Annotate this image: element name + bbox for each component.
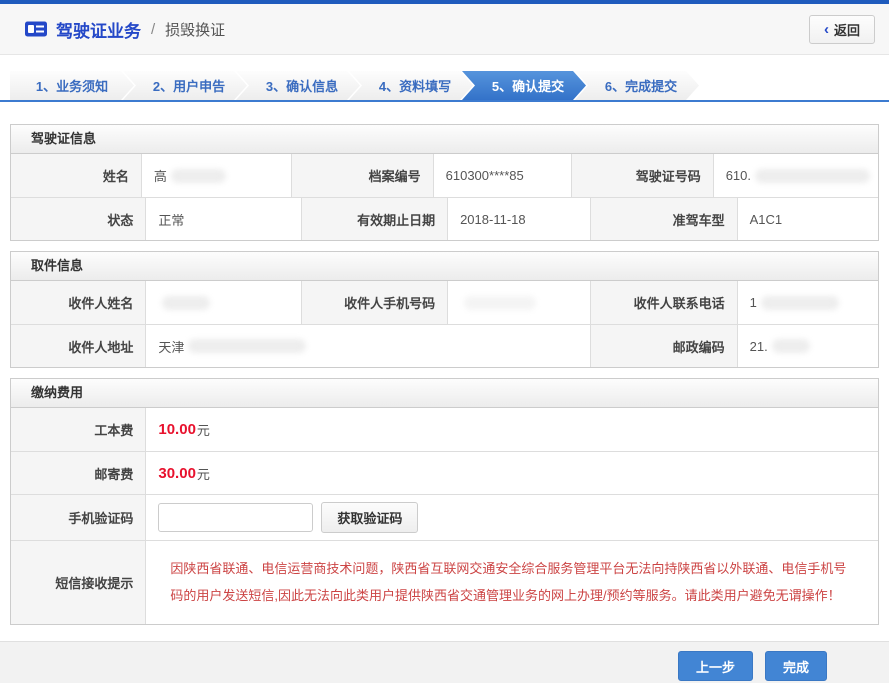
fee-unit: 元 (197, 464, 210, 483)
file-number-label: 档案编号 (291, 154, 433, 197)
step-4-fill-data[interactable]: 4、资料填写 (349, 71, 473, 100)
sms-code-input[interactable] (158, 503, 313, 532)
section-license-info: 驾驶证信息 姓名 高 档案编号 610300****85 驾驶证号码 610. … (10, 124, 879, 241)
main-content: 驾驶证信息 姓名 高 档案编号 610300****85 驾驶证号码 610. … (0, 124, 889, 625)
sms-notice-label: 短信接收提示 (11, 541, 145, 624)
redaction-blur (772, 339, 810, 353)
back-chevron-icon: ‹ (824, 22, 829, 37)
redaction-blur (464, 296, 536, 310)
page-title: 驾驶证业务 (56, 17, 141, 42)
table-row: 短信接收提示 因陕西省联通、电信运营商技术问题，陕西省互联网交通安全综合服务管理… (11, 540, 878, 624)
status-value: 正常 (145, 198, 300, 240)
sms-notice-text: 因陕西省联通、电信运营商技术问题，陕西省互联网交通安全综合服务管理平台无法向持陕… (158, 545, 870, 620)
recipient-name-value (145, 281, 300, 324)
redaction-blur (188, 339, 306, 353)
expiry-date-label: 有效期止日期 (301, 198, 448, 240)
recipient-address-label: 收件人地址 (11, 325, 145, 367)
name-label: 姓名 (11, 154, 141, 197)
table-row: 姓名 高 档案编号 610300****85 驾驶证号码 610. (11, 154, 878, 197)
postal-code-value: 21. (737, 325, 878, 367)
production-fee-value: 10.00 元 (145, 408, 878, 451)
recipient-contact-value: 1 (737, 281, 878, 324)
breadcrumb-separator: / (151, 21, 155, 38)
section-fees: 缴纳费用 工本费 10.00 元 邮寄费 30.00 元 手机验证码 获取验证码… (10, 378, 879, 625)
vehicle-class-value: A1C1 (737, 198, 878, 240)
sms-code-label: 手机验证码 (11, 495, 145, 540)
license-section-title: 驾驶证信息 (11, 125, 878, 154)
redaction-blur (171, 169, 226, 183)
finish-button[interactable]: 完成 (765, 651, 827, 681)
recipient-mobile-label: 收件人手机号码 (301, 281, 448, 324)
fees-section-title: 缴纳费用 (11, 379, 878, 408)
production-fee-label: 工本费 (11, 408, 145, 451)
page-header: 驾驶证业务 / 损毁换证 ‹ 返回 (0, 4, 889, 55)
back-button[interactable]: ‹ 返回 (809, 15, 875, 44)
license-number-value: 610. (713, 154, 878, 197)
table-row: 收件人姓名 收件人手机号码 收件人联系电话 1 (11, 281, 878, 324)
name-value: 高 (141, 154, 291, 197)
postal-code-label: 邮政编码 (590, 325, 737, 367)
sms-code-field-cell: 获取验证码 (145, 495, 878, 540)
license-number-label: 驾驶证号码 (571, 154, 713, 197)
license-card-icon (24, 20, 48, 38)
pickup-section-title: 取件信息 (11, 252, 878, 281)
footer-actions: 上一步 完成 (0, 641, 889, 683)
recipient-contact-label: 收件人联系电话 (590, 281, 737, 324)
table-row: 收件人地址 天津 邮政编码 21. (11, 324, 878, 367)
redaction-blur (761, 296, 839, 310)
step-3-confirm-info[interactable]: 3、确认信息 (236, 71, 360, 100)
steps-nav: 1、业务须知 2、用户申告 3、确认信息 4、资料填写 5、确认提交 6、完成提… (0, 71, 889, 102)
step-2-user-declaration[interactable]: 2、用户申告 (123, 71, 247, 100)
expiry-date-value: 2018-11-18 (447, 198, 590, 240)
section-pickup-info: 取件信息 收件人姓名 收件人手机号码 收件人联系电话 1 收件人地址 天津 邮政… (10, 251, 879, 368)
mailing-fee-label: 邮寄费 (11, 452, 145, 494)
previous-step-button[interactable]: 上一步 (678, 651, 753, 681)
file-number-value: 610300****85 (433, 154, 571, 197)
production-fee-amount: 10.00 (158, 421, 196, 438)
mailing-fee-amount: 30.00 (158, 465, 196, 482)
step-1-business-notice[interactable]: 1、业务须知 (10, 71, 134, 100)
vehicle-class-label: 准驾车型 (590, 198, 737, 240)
get-sms-code-button[interactable]: 获取验证码 (321, 502, 418, 533)
status-label: 状态 (11, 198, 145, 240)
fee-unit: 元 (197, 420, 210, 439)
table-row: 状态 正常 有效期止日期 2018-11-18 准驾车型 A1C1 (11, 197, 878, 240)
back-button-label: 返回 (834, 20, 860, 39)
redaction-blur (162, 296, 210, 310)
step-5-confirm-submit[interactable]: 5、确认提交 (462, 71, 586, 100)
table-row: 邮寄费 30.00 元 (11, 451, 878, 494)
mailing-fee-value: 30.00 元 (145, 452, 878, 494)
recipient-mobile-value (447, 281, 590, 324)
redaction-blur (755, 169, 870, 183)
page-subtitle: 损毁换证 (165, 19, 225, 40)
table-row: 工本费 10.00 元 (11, 408, 878, 451)
table-row: 手机验证码 获取验证码 (11, 494, 878, 540)
recipient-name-label: 收件人姓名 (11, 281, 145, 324)
breadcrumb: 驾驶证业务 / 损毁换证 (24, 17, 225, 42)
sms-notice-cell: 因陕西省联通、电信运营商技术问题，陕西省互联网交通安全综合服务管理平台无法向持陕… (145, 541, 878, 624)
recipient-address-value: 天津 (145, 325, 590, 367)
step-6-complete-submit[interactable]: 6、完成提交 (575, 71, 699, 100)
